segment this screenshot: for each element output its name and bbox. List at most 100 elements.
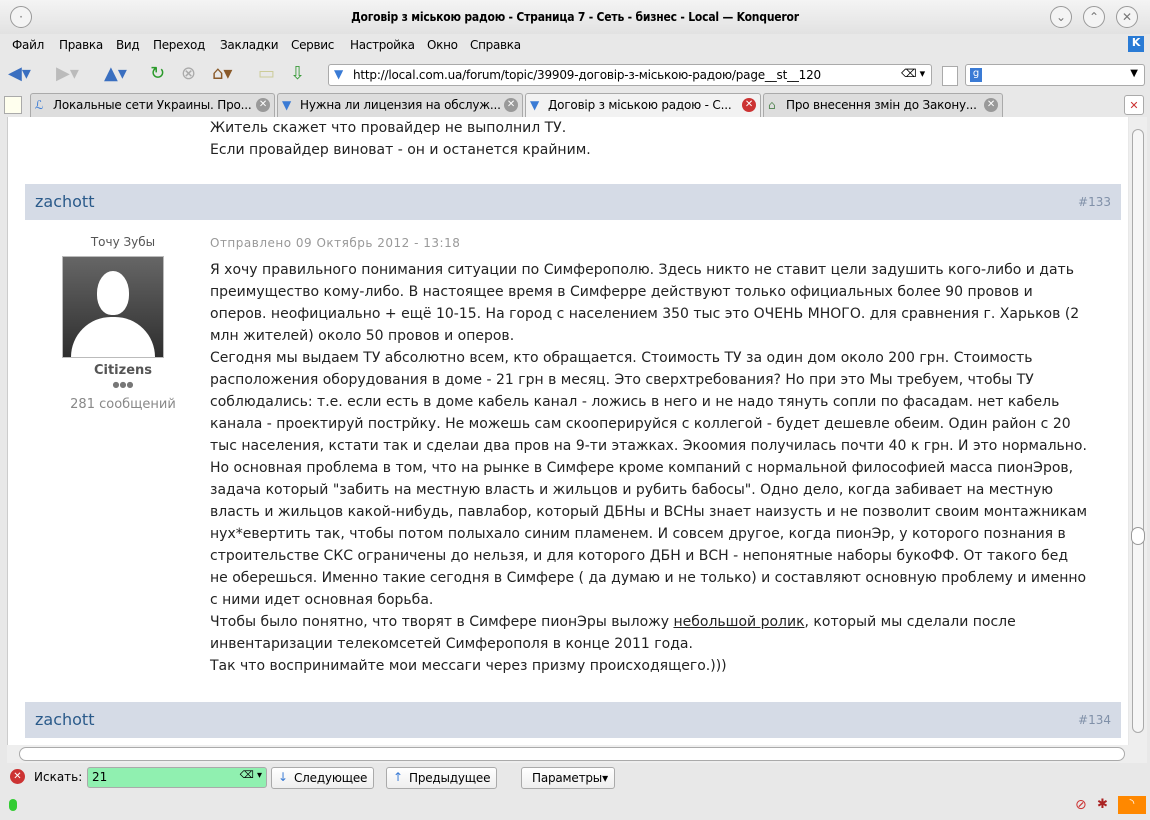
url-input[interactable]: ▼ http://local.com.ua/forum/topic/39909-… — [328, 64, 932, 86]
menu-window[interactable]: Окно — [427, 38, 458, 52]
close-button[interactable]: ✕ — [1116, 6, 1138, 28]
find-bar: ✕ Искать: 21 ⌫ ▾ ↓ Следующее ↑ Предыдущее П… — [0, 765, 1150, 791]
avatar[interactable] — [62, 256, 164, 358]
new-tab-button[interactable] — [4, 96, 22, 114]
rank-pips: ●●● — [112, 380, 134, 389]
post-line: нух*евертить так, чтобы потом полыхало с… — [210, 526, 1066, 542]
close-current-tab-button[interactable]: ✕ — [1124, 95, 1144, 115]
up-icon[interactable]: ▲▾ — [104, 64, 127, 84]
close-find-icon[interactable]: ✕ — [10, 769, 25, 784]
video-link[interactable]: небольшой ролик — [673, 614, 804, 630]
tab-label: Нужна ли лицензия на обслуж... — [300, 98, 501, 112]
find-label: Искать: — [34, 770, 83, 784]
tab-2[interactable]: ▼ Нужна ли лицензия на обслуж... ✕ — [277, 93, 523, 117]
status-led-icon — [9, 799, 17, 811]
horizontal-scrollbar[interactable] — [7, 745, 1147, 763]
post-line: оперов. неофициально + ещё 10-15. На гор… — [210, 306, 1080, 322]
tab-4[interactable]: ⌂ Про внесення змін до Закону... ✕ — [763, 93, 1003, 117]
new-tab-icon[interactable]: ▭ — [258, 64, 275, 84]
post-line: с ними идет основная борьба. — [210, 592, 434, 608]
kde-icon: K — [1128, 36, 1144, 52]
post-line: Так что воспринимайте мои мессаги через … — [210, 658, 727, 674]
web-search-input[interactable]: g ▼ — [965, 64, 1145, 86]
close-tab-icon[interactable]: ✕ — [504, 98, 518, 112]
prev-post-line: Житель скажет что провайдер не выполнил … — [210, 120, 567, 136]
close-tab-icon[interactable]: ✕ — [984, 98, 998, 112]
menu-settings[interactable]: Настройка — [350, 38, 415, 52]
menu-tools[interactable]: Сервис — [291, 38, 334, 52]
clear-find-icon[interactable]: ⌫ ▾ — [240, 770, 262, 781]
label: Предыдущее — [409, 771, 491, 785]
post-author-link[interactable]: zachott — [35, 710, 94, 729]
scroll-thumb[interactable] — [19, 747, 1125, 761]
post-number-link[interactable]: #134 — [1078, 713, 1111, 727]
post-number-link[interactable]: #133 — [1078, 195, 1111, 209]
adblock-icon[interactable]: ⊘ — [1075, 797, 1087, 813]
label: Параметры — [532, 771, 603, 785]
bug-icon[interactable]: ✱ — [1097, 797, 1108, 812]
post-line: тыс населения, кстати так и сделаи два п… — [210, 438, 1087, 454]
post-line: не оберешься. Именно такие сегодня в Сим… — [210, 570, 1087, 586]
post-line: Но основная проблема в том, что на рынке… — [210, 460, 1074, 476]
stop-icon[interactable]: ⊗ — [181, 64, 196, 84]
arrow-down-icon: ↓ — [278, 770, 288, 784]
menu-view[interactable]: Вид — [116, 38, 140, 52]
forward-icon[interactable]: ▶▾ — [56, 64, 79, 84]
post-line: власть и жильцов какой-нибудь, павлабор,… — [210, 504, 1088, 520]
find-previous-button[interactable]: ↑ Предыдущее — [386, 767, 498, 789]
post-date: Отправлено 09 Октябрь 2012 - 13:18 — [210, 236, 461, 250]
menu-bookmarks[interactable]: Закладки — [220, 38, 279, 52]
post-line: расположения оборудования в доме - 21 гр… — [210, 372, 1034, 388]
rss-feed-icon[interactable]: ◝ — [1118, 796, 1146, 814]
menu-go[interactable]: Переход — [153, 38, 205, 52]
tab-label: Про внесення змін до Закону... — [786, 98, 977, 112]
minimize-button[interactable]: ⌄ — [1050, 6, 1072, 28]
prev-post-line: Если провайдер виноват - он и останется … — [210, 142, 591, 158]
post-header: zachott #134 — [25, 702, 1121, 738]
go-icon[interactable] — [942, 66, 958, 86]
title-bar: · Договір з міською радою - Страница 7 -… — [0, 0, 1150, 34]
label: Следующее — [294, 771, 368, 785]
page-content: Житель скажет что провайдер не выполнил … — [7, 117, 1128, 745]
post-author-link[interactable]: zachott — [35, 192, 94, 211]
home-icon[interactable]: ⌂▾ — [212, 64, 232, 84]
post-line: Сегодня мы выдаем ТУ абсолютно всем, кто… — [210, 350, 1033, 366]
download-icon[interactable]: ⇩ — [290, 64, 305, 84]
menu-help[interactable]: Справка — [470, 38, 521, 52]
close-tab-icon[interactable]: ✕ — [742, 98, 756, 112]
post-line: задача который "забить на местную власть… — [210, 482, 1054, 498]
window-title: Договір з міською радою - Страница 7 - С… — [351, 10, 799, 24]
back-icon[interactable]: ◀▾ — [8, 64, 31, 84]
maximize-button[interactable]: ⌃ — [1083, 6, 1105, 28]
find-next-button[interactable]: ↓ Следующее — [271, 767, 375, 789]
tab-label: Локальные сети Украины. Про... — [53, 98, 252, 112]
search-engine-dropdown-icon[interactable]: ▼ — [1130, 68, 1138, 79]
close-tab-icon[interactable]: ✕ — [256, 98, 270, 112]
google-icon[interactable]: g — [970, 68, 982, 82]
find-options-button[interactable]: Параметры▾ — [521, 767, 615, 789]
scroll-thumb[interactable] — [1131, 527, 1145, 545]
vertical-scrollbar[interactable] — [1129, 117, 1147, 745]
favicon-icon: ℒ — [35, 98, 44, 112]
tab-bar: ℒ Локальные сети Украины. Про... ✕ ▼ Нужна … — [0, 93, 1150, 118]
tab-3-active[interactable]: ▼ Договір з міською радою - С... ✕ — [525, 93, 761, 118]
site-favicon-icon: ▼ — [334, 67, 344, 81]
user-group: Citizens — [93, 363, 153, 378]
menu-bar: Файл Правка Вид Переход Закладки Сервис … — [0, 36, 1150, 56]
post-line: преимущество кому-либо. В настоящее врем… — [210, 284, 1033, 300]
favicon-icon: ⌂ — [768, 98, 776, 112]
menu-edit[interactable]: Правка — [59, 38, 103, 52]
post-count: 281 сообщений — [70, 397, 176, 412]
status-bar: ⊘ ✱ ◝ — [0, 795, 1150, 820]
find-input[interactable]: 21 ⌫ ▾ — [87, 767, 267, 788]
post-line: млн жителей) около 50 провов и оперов. — [210, 328, 515, 344]
post-line: соблюдались: т.е. если есть в доме кабел… — [210, 394, 1060, 410]
reload-icon[interactable]: ↻ — [150, 64, 165, 84]
menu-file[interactable]: Файл — [12, 38, 44, 52]
favicon-icon: ▼ — [282, 98, 292, 112]
user-title: Точу Зубы — [90, 235, 156, 249]
clear-url-icon[interactable]: ⌫ ▾ — [901, 67, 925, 80]
post-line: инвентаризации телекомсетей Симферополя … — [210, 636, 693, 652]
tab-1[interactable]: ℒ Локальные сети Украины. Про... ✕ — [30, 93, 275, 117]
post-header: zachott #133 — [25, 184, 1121, 220]
